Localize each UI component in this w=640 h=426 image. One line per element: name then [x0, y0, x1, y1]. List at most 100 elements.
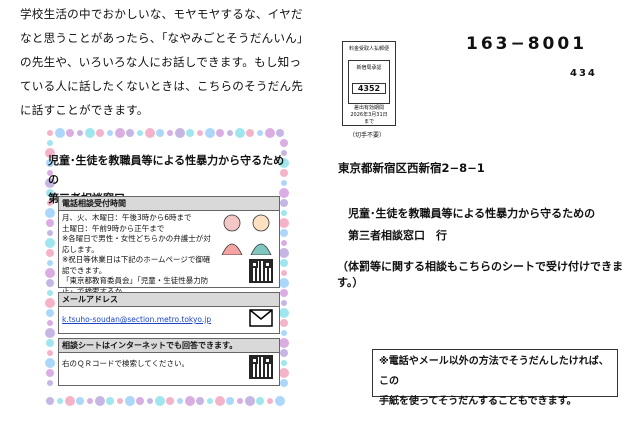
frame-dot	[85, 128, 95, 138]
note-box: ※電話やメール以外の方法でそうだんしたければ、この 手紙を使ってそうだんすること…	[372, 349, 618, 407]
stamp-inner: 新宿局承認 4352	[348, 60, 390, 104]
stamp-bottom3: まで	[363, 119, 374, 125]
frame-dot	[196, 397, 204, 405]
frame-dot	[57, 398, 63, 404]
frame-dot	[96, 129, 104, 137]
intro-text: 学校生活の中でおかしいな、モヤモヤするな、イヤだなと思うことがあったら、「なやみ…	[20, 7, 304, 117]
frame-dot	[280, 379, 288, 387]
frame-dot	[125, 396, 135, 406]
frame-dot	[47, 230, 53, 236]
frame-dot	[47, 320, 53, 326]
qr-code-phone[interactable]	[249, 259, 273, 283]
frame-dot	[47, 260, 53, 266]
frame-dot	[227, 130, 233, 136]
mail-icon	[249, 309, 273, 327]
frame-dot	[47, 380, 53, 386]
frame-dot	[175, 128, 185, 138]
frame-dot	[45, 358, 55, 368]
stamp-bottom2: 2026年3月31日	[350, 112, 388, 118]
frame-dot	[279, 338, 289, 348]
frame-dot	[237, 398, 243, 404]
frame-dot	[167, 130, 173, 136]
frame-dot	[145, 128, 155, 138]
frame-dot	[205, 128, 215, 138]
frame-dot	[137, 130, 143, 136]
stamp-bottom1: 差出有効期間	[353, 105, 384, 111]
frame-dot	[207, 398, 213, 404]
frame-dot	[46, 339, 54, 347]
sub-number: 434	[570, 68, 597, 79]
frame-dot	[235, 128, 245, 138]
web-section: 相談シートはインターネットでも回答できます。 右のＱＲコードで検索してください。	[58, 338, 280, 386]
frame-dot	[147, 398, 153, 404]
frame-dot	[280, 319, 288, 327]
frame-dot	[95, 396, 105, 406]
counselor-illustration	[221, 214, 272, 255]
frame-dot	[215, 396, 225, 406]
frame-dot	[280, 229, 288, 237]
web-body: 右のＱＲコードで検索してください。	[62, 359, 190, 368]
frame-dot	[47, 130, 53, 136]
frame-dot	[279, 218, 289, 228]
frame-dot	[279, 248, 289, 258]
phone-header: 電話相談受付時間	[59, 197, 279, 211]
frame-dot	[281, 240, 287, 246]
frame-dot	[276, 129, 284, 137]
frame-dot	[45, 238, 55, 248]
email-link[interactable]: k.tsuho-soudan@section.metro.tokyo.jp	[59, 307, 279, 328]
web-header: 相談シートはインターネットでも回答できます。	[59, 339, 279, 353]
frame-dot	[126, 129, 134, 137]
frame-dot	[265, 128, 275, 138]
frame-dot	[216, 129, 224, 137]
frame-dot	[45, 328, 55, 338]
frame-dot	[275, 396, 285, 406]
stamp-office: 新宿局承認	[356, 65, 382, 71]
frame-dot	[281, 210, 287, 216]
postal-code: 163−8001	[466, 34, 588, 54]
frame-dot	[47, 350, 53, 356]
paren-note: （体罰等に関する相談もこちらのシートで受け付けできます。）	[337, 260, 623, 289]
frame-dot	[280, 349, 288, 357]
frame-dot	[279, 308, 289, 318]
frame-dot	[256, 397, 264, 405]
frame-dot	[185, 396, 195, 406]
phone-section: 電話相談受付時間 月、火、木曜日：午後3時から6時まで 土曜日：午前9時から正午…	[58, 196, 280, 306]
frame-dot	[47, 290, 53, 296]
frame-dot	[280, 289, 288, 297]
frame-dot	[46, 309, 54, 317]
frame-dot	[281, 360, 287, 366]
qr-code-web[interactable]	[249, 355, 273, 379]
email-header: メールアドレス	[59, 293, 279, 307]
frame-dot	[45, 268, 55, 278]
frame-dot	[281, 300, 287, 306]
frame-dot	[279, 278, 289, 288]
frame-dot	[45, 298, 55, 308]
frame-dot	[46, 369, 54, 377]
email-section: メールアドレス k.tsuho-soudan@section.metro.tok…	[58, 292, 280, 334]
frame-dot	[155, 396, 165, 406]
frame-dot	[117, 398, 123, 404]
frame-dot	[166, 397, 174, 405]
frame-dot	[156, 129, 164, 137]
frame-dot	[106, 397, 114, 405]
frame-dot	[46, 249, 54, 257]
frame-dot	[226, 397, 234, 405]
recipient: 児童･生徒を教職員等による性暴力から守るための 第三者相談窓口 行	[348, 207, 596, 242]
frame-dot	[280, 259, 288, 267]
frame-dot	[77, 130, 83, 136]
frame-dot	[279, 368, 289, 378]
frame-dot	[136, 397, 144, 405]
frame-dot	[281, 270, 287, 276]
frame-dot	[47, 140, 53, 146]
frame-dot	[115, 128, 125, 138]
frame-dot	[46, 219, 54, 227]
stamp-number: 4352	[352, 83, 386, 94]
frame-dot	[177, 398, 183, 404]
stamp-note: （切手不要）	[349, 132, 386, 139]
stamp-top: 料金受取人払郵便	[348, 46, 389, 52]
frame-dot	[87, 398, 93, 404]
frame-dot	[45, 208, 55, 218]
frame-dot	[46, 279, 54, 287]
frame-dot	[257, 130, 263, 136]
frame-dot	[245, 396, 255, 406]
